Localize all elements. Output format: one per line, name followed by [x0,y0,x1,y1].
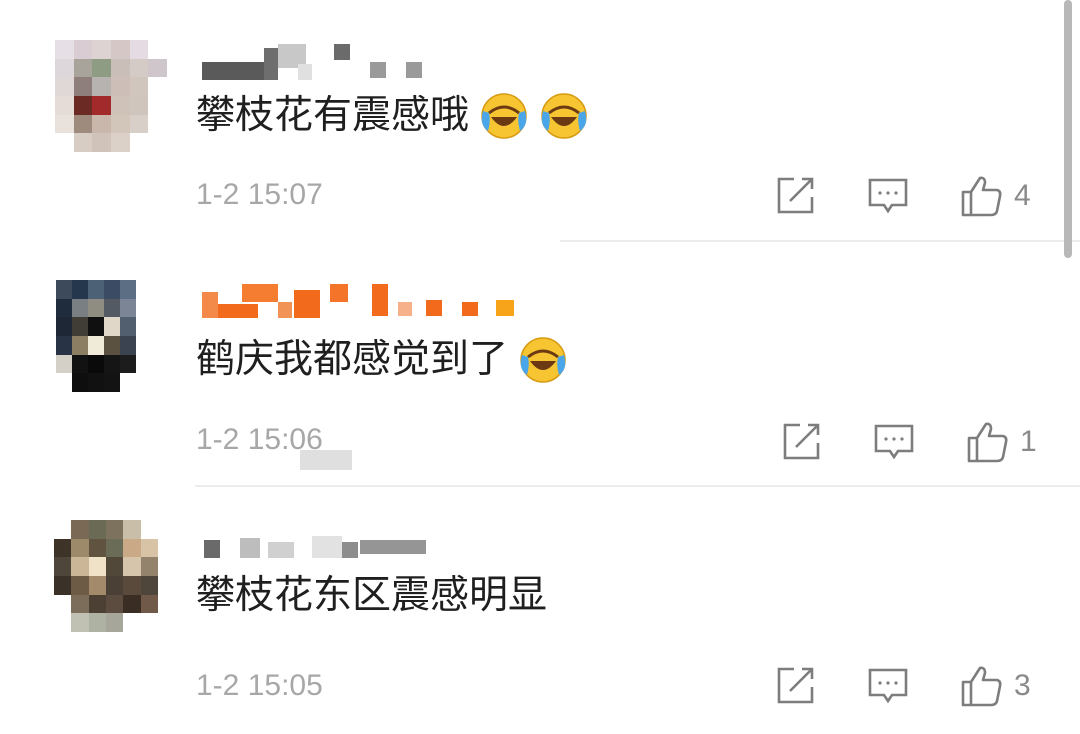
like-button[interactable]: 4 [960,174,1031,218]
comment-text: 攀枝花有震感哦 [196,88,589,144]
comment-text-content: 攀枝花有震感哦 [196,93,470,138]
username[interactable] [200,528,560,568]
comment-text: 攀枝花东区震感明显 [196,568,547,624]
username[interactable] [200,42,560,82]
reply-button[interactable] [872,420,916,464]
comment-text-content: 攀枝花东区震感明显 [196,573,548,618]
thumbs-up-icon [967,422,1008,463]
thumbs-up-icon [961,666,1002,707]
avatar[interactable] [55,40,167,152]
username[interactable] [200,282,560,322]
share-button[interactable] [774,664,816,708]
comment-time: 1-2 15:05 [196,669,323,702]
laugh-cry-emoji-icon [481,93,527,139]
share-icon [777,667,814,704]
comment-text: 鹤庆我都感觉到了 [196,332,568,388]
like-count: 4 [1014,179,1031,212]
comment-item: 攀枝花东区震感明显 1-2 15:05 3 [0,490,1080,734]
reply-button[interactable] [866,664,910,708]
share-icon [783,423,820,460]
scrollbar[interactable] [1064,0,1072,258]
blur-smear [300,450,352,470]
divider [195,485,1080,487]
comment-text-content: 鹤庆我都感觉到了 [196,337,509,382]
share-button[interactable] [774,174,816,218]
laugh-cry-emoji-icon [520,337,566,383]
reply-button[interactable] [866,174,910,218]
laugh-cry-emoji-icon [541,93,587,139]
comment-item: 攀枝花有震感哦 1-2 15:07 4 [0,0,1080,244]
like-count: 1 [1020,425,1037,458]
share-icon [777,177,814,214]
like-button[interactable]: 1 [966,420,1037,464]
comment-item: 鹤庆我都感觉到了 1-2 15:06 1 [0,244,1080,488]
share-button[interactable] [780,420,822,464]
comment-icon [874,424,914,460]
thumbs-up-icon [961,176,1002,217]
comment-icon [868,178,908,214]
like-count: 3 [1014,669,1031,702]
comment-icon [868,668,908,704]
avatar[interactable] [54,520,158,632]
avatar[interactable] [56,280,152,392]
like-button[interactable]: 3 [960,664,1031,708]
divider [560,240,1080,242]
comment-time: 1-2 15:07 [196,178,323,211]
